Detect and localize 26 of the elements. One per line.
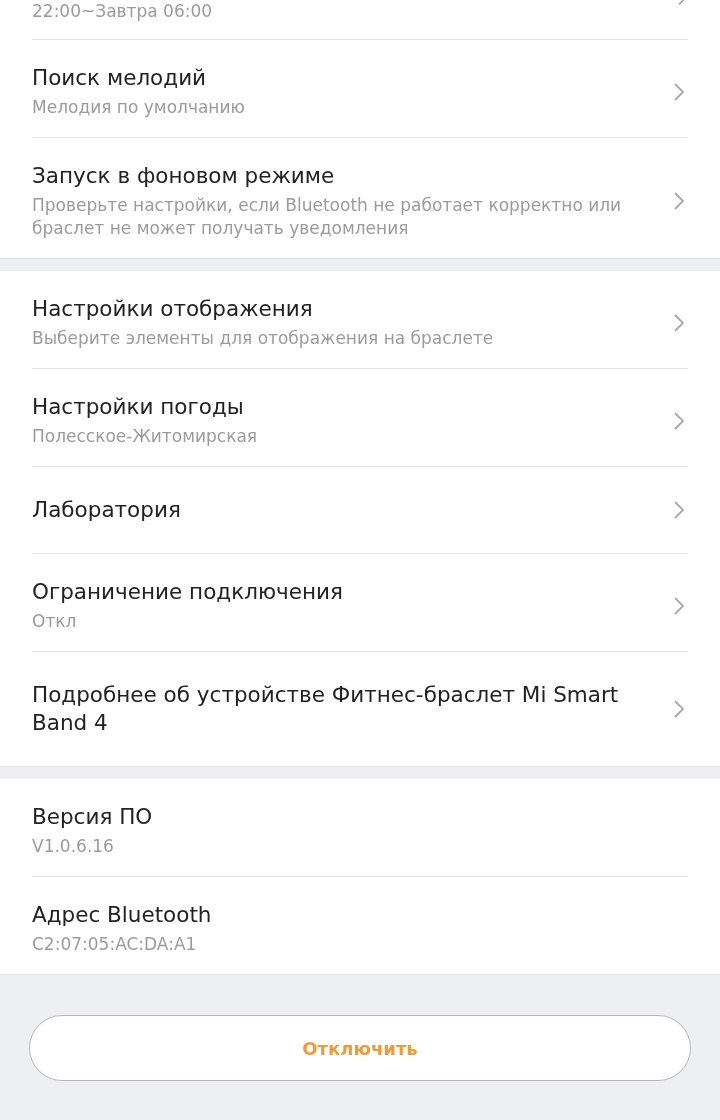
chevron-icon	[674, 596, 684, 615]
setting-title: Адрес Bluetooth	[32, 901, 213, 929]
chevron-icon	[678, 0, 684, 5]
setting-title: Поиск мелодий	[32, 64, 208, 92]
setting-subtitle: Полесское-Житомирская	[32, 425, 259, 448]
chevron-icon	[674, 192, 684, 210]
chevron-icon	[674, 501, 684, 519]
chevron-icon	[674, 411, 684, 430]
setting-subtitle: Мелодия по умолчанию	[32, 96, 246, 119]
setting-title: Версия ПО	[32, 803, 154, 831]
setting-title: Настройки отображения	[32, 295, 314, 323]
setting-title: Лаборатория	[32, 496, 182, 524]
disconnect-button[interactable]: Отключить	[29, 1015, 691, 1081]
chevron-icon	[674, 82, 684, 101]
setting-title: Настройки погоды	[32, 393, 245, 421]
setting-subtitle: Проверьте настройки, если Bluetooth не работает корректно или браслет не может получать уведомления	[32, 194, 623, 240]
setting-title: Запуск в фоновом режиме	[32, 162, 336, 190]
setting-subtitle: V1.0.6.16	[32, 835, 115, 858]
setting-subtitle: 22:00~Завтра 06:00	[32, 0, 214, 23]
setting-subtitle: Откл	[32, 610, 78, 633]
setting-title: Подробнее об устройстве Фитнес-браслет Mi Smart Band 4	[32, 681, 620, 737]
chevron-icon	[674, 313, 684, 332]
setting-subtitle: Выберите элементы для отображения на браслете	[32, 327, 495, 350]
setting-title: Ограничение подключения	[32, 578, 344, 606]
setting-subtitle: C2:07:05:AC:DA:A1	[32, 933, 198, 956]
chevron-icon	[674, 700, 684, 718]
